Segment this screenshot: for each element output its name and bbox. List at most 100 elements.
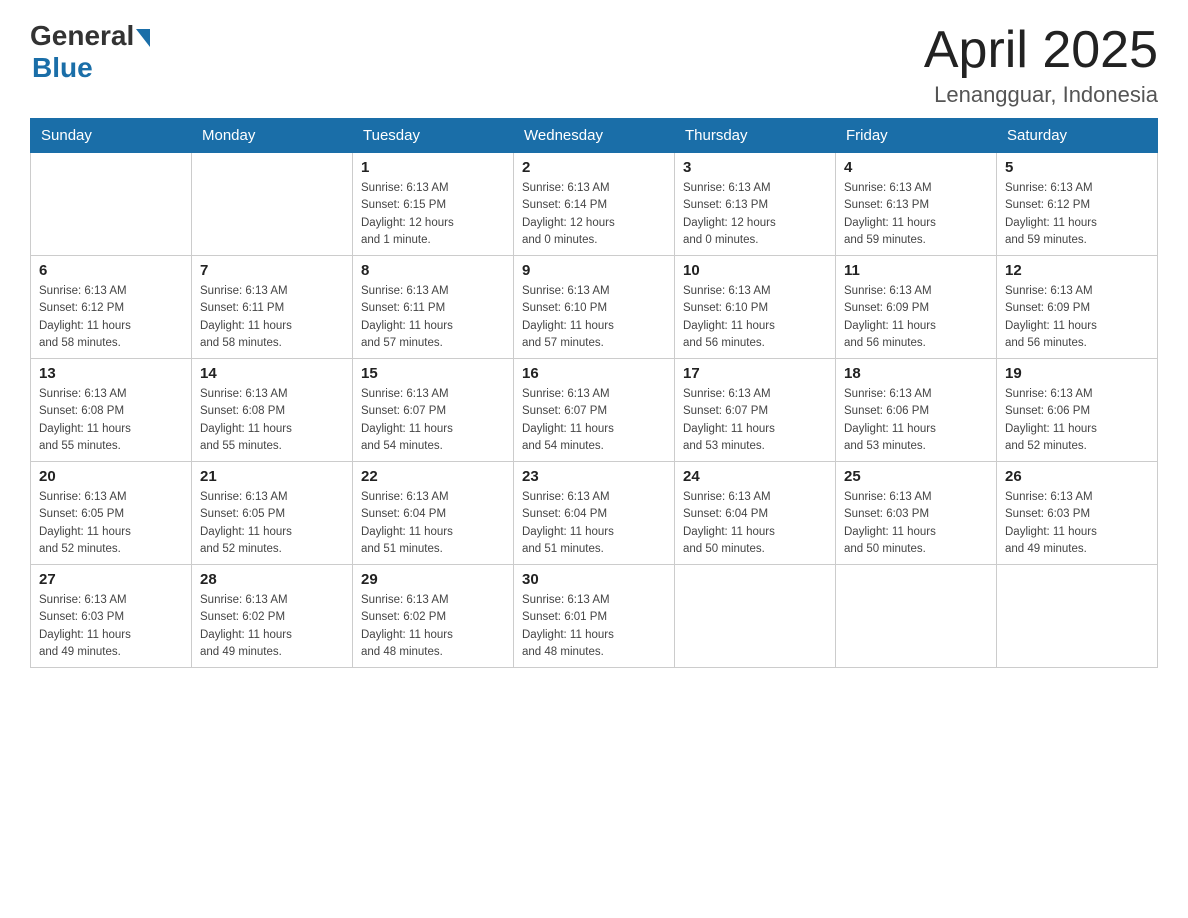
day-number: 3 (683, 159, 827, 176)
day-info: Sunrise: 6:13 AM Sunset: 6:13 PM Dayligh… (683, 180, 827, 249)
day-number: 22 (361, 468, 505, 485)
day-info: Sunrise: 6:13 AM Sunset: 6:03 PM Dayligh… (39, 592, 183, 661)
calendar-cell: 4 Sunrise: 6:13 AM Sunset: 6:13 PM Daylig… (836, 153, 997, 256)
day-info: Sunrise: 6:13 AM Sunset: 6:07 PM Dayligh… (522, 386, 666, 455)
calendar-cell: 15 Sunrise: 6:13 AM Sunset: 6:07 PM Dayli… (353, 359, 514, 462)
day-number: 7 (200, 262, 344, 279)
day-number: 15 (361, 365, 505, 382)
day-number: 1 (361, 159, 505, 176)
calendar-cell: 18 Sunrise: 6:13 AM Sunset: 6:06 PM Dayli… (836, 359, 997, 462)
day-info: Sunrise: 6:13 AM Sunset: 6:09 PM Dayligh… (844, 283, 988, 352)
calendar-cell: 6Sunrise: 6:13 AM Sunset: 6:12 PM Daylig… (31, 256, 192, 359)
month-title: April 2025 (924, 20, 1158, 80)
location-subtitle: Lenangguar, Indonesia (924, 82, 1158, 108)
day-number: 24 (683, 468, 827, 485)
day-info: Sunrise: 6:13 AM Sunset: 6:03 PM Dayligh… (844, 489, 988, 558)
calendar-cell (675, 565, 836, 668)
day-info: Sunrise: 6:13 AM Sunset: 6:10 PM Dayligh… (522, 283, 666, 352)
day-info: Sunrise: 6:13 AM Sunset: 6:02 PM Dayligh… (200, 592, 344, 661)
day-number: 13 (39, 365, 183, 382)
day-number: 20 (39, 468, 183, 485)
title-block: April 2025 Lenangguar, Indonesia (924, 20, 1158, 108)
day-number: 16 (522, 365, 666, 382)
day-number: 17 (683, 365, 827, 382)
calendar-header-thursday: Thursday (675, 119, 836, 153)
day-info: Sunrise: 6:13 AM Sunset: 6:08 PM Dayligh… (200, 386, 344, 455)
day-info: Sunrise: 6:13 AM Sunset: 6:15 PM Dayligh… (361, 180, 505, 249)
calendar-cell: 12 Sunrise: 6:13 AM Sunset: 6:09 PM Dayli… (997, 256, 1158, 359)
calendar-cell: 2 Sunrise: 6:13 AM Sunset: 6:14 PM Daylig… (514, 153, 675, 256)
calendar-cell: 22Sunrise: 6:13 AM Sunset: 6:04 PM Dayli… (353, 462, 514, 565)
logo-general-text: General (30, 20, 134, 52)
day-info: Sunrise: 6:13 AM Sunset: 6:09 PM Dayligh… (1005, 283, 1149, 352)
calendar-cell: 14 Sunrise: 6:13 AM Sunset: 6:08 PM Dayli… (192, 359, 353, 462)
page-header: General Blue April 2025 Lenangguar, Indo… (30, 20, 1158, 108)
day-info: Sunrise: 6:13 AM Sunset: 6:14 PM Dayligh… (522, 180, 666, 249)
day-number: 10 (683, 262, 827, 279)
calendar-cell (997, 565, 1158, 668)
day-info: Sunrise: 6:13 AM Sunset: 6:11 PM Dayligh… (200, 283, 344, 352)
day-number: 11 (844, 262, 988, 279)
day-number: 21 (200, 468, 344, 485)
day-info: Sunrise: 6:13 AM Sunset: 6:01 PM Dayligh… (522, 592, 666, 661)
day-number: 19 (1005, 365, 1149, 382)
day-number: 6 (39, 262, 183, 279)
day-number: 18 (844, 365, 988, 382)
day-info: Sunrise: 6:13 AM Sunset: 6:07 PM Dayligh… (683, 386, 827, 455)
day-info: Sunrise: 6:13 AM Sunset: 6:04 PM Dayligh… (522, 489, 666, 558)
day-info: Sunrise: 6:13 AM Sunset: 6:13 PM Dayligh… (844, 180, 988, 249)
calendar-cell: 28Sunrise: 6:13 AM Sunset: 6:02 PM Dayli… (192, 565, 353, 668)
calendar-cell: 5 Sunrise: 6:13 AM Sunset: 6:12 PM Daylig… (997, 153, 1158, 256)
day-number: 2 (522, 159, 666, 176)
calendar-cell: 17 Sunrise: 6:13 AM Sunset: 6:07 PM Dayli… (675, 359, 836, 462)
day-number: 12 (1005, 262, 1149, 279)
calendar-cell: 21 Sunrise: 6:13 AM Sunset: 6:05 PM Dayli… (192, 462, 353, 565)
calendar-header-tuesday: Tuesday (353, 119, 514, 153)
day-number: 14 (200, 365, 344, 382)
calendar-cell (31, 153, 192, 256)
calendar-cell: 26Sunrise: 6:13 AM Sunset: 6:03 PM Dayli… (997, 462, 1158, 565)
calendar-cell: 11 Sunrise: 6:13 AM Sunset: 6:09 PM Dayli… (836, 256, 997, 359)
calendar-header-saturday: Saturday (997, 119, 1158, 153)
day-info: Sunrise: 6:13 AM Sunset: 6:12 PM Dayligh… (1005, 180, 1149, 249)
day-info: Sunrise: 6:13 AM Sunset: 6:07 PM Dayligh… (361, 386, 505, 455)
calendar-header-monday: Monday (192, 119, 353, 153)
day-info: Sunrise: 6:13 AM Sunset: 6:06 PM Dayligh… (1005, 386, 1149, 455)
day-number: 4 (844, 159, 988, 176)
day-number: 23 (522, 468, 666, 485)
calendar-table: SundayMondayTuesdayWednesdayThursdayFrid… (30, 118, 1158, 668)
calendar-cell: 9 Sunrise: 6:13 AM Sunset: 6:10 PM Daylig… (514, 256, 675, 359)
day-number: 9 (522, 262, 666, 279)
day-info: Sunrise: 6:13 AM Sunset: 6:08 PM Dayligh… (39, 386, 183, 455)
logo: General Blue (30, 20, 150, 84)
logo-blue-text: Blue (32, 52, 93, 84)
day-number: 8 (361, 262, 505, 279)
day-info: Sunrise: 6:13 AM Sunset: 6:06 PM Dayligh… (844, 386, 988, 455)
calendar-week-row: 27Sunrise: 6:13 AM Sunset: 6:03 PM Dayli… (31, 565, 1158, 668)
calendar-week-row: 1 Sunrise: 6:13 AM Sunset: 6:15 PM Daylig… (31, 153, 1158, 256)
calendar-header-row: SundayMondayTuesdayWednesdayThursdayFrid… (31, 119, 1158, 153)
calendar-header-sunday: Sunday (31, 119, 192, 153)
calendar-cell: 10 Sunrise: 6:13 AM Sunset: 6:10 PM Dayli… (675, 256, 836, 359)
calendar-cell: 3 Sunrise: 6:13 AM Sunset: 6:13 PM Daylig… (675, 153, 836, 256)
day-info: Sunrise: 6:13 AM Sunset: 6:04 PM Dayligh… (683, 489, 827, 558)
day-number: 26 (1005, 468, 1149, 485)
calendar-week-row: 20 Sunrise: 6:13 AM Sunset: 6:05 PM Dayli… (31, 462, 1158, 565)
calendar-header-wednesday: Wednesday (514, 119, 675, 153)
logo-arrow-icon (136, 29, 150, 47)
day-info: Sunrise: 6:13 AM Sunset: 6:05 PM Dayligh… (200, 489, 344, 558)
day-info: Sunrise: 6:13 AM Sunset: 6:11 PM Dayligh… (361, 283, 505, 352)
calendar-cell (836, 565, 997, 668)
calendar-cell: 24 Sunrise: 6:13 AM Sunset: 6:04 PM Dayli… (675, 462, 836, 565)
day-number: 5 (1005, 159, 1149, 176)
day-number: 25 (844, 468, 988, 485)
calendar-cell: 19 Sunrise: 6:13 AM Sunset: 6:06 PM Dayli… (997, 359, 1158, 462)
calendar-cell (192, 153, 353, 256)
calendar-cell: 13 Sunrise: 6:13 AM Sunset: 6:08 PM Dayli… (31, 359, 192, 462)
calendar-cell: 20 Sunrise: 6:13 AM Sunset: 6:05 PM Dayli… (31, 462, 192, 565)
calendar-week-row: 13 Sunrise: 6:13 AM Sunset: 6:08 PM Dayli… (31, 359, 1158, 462)
calendar-header-friday: Friday (836, 119, 997, 153)
day-info: Sunrise: 6:13 AM Sunset: 6:05 PM Dayligh… (39, 489, 183, 558)
day-info: Sunrise: 6:13 AM Sunset: 6:10 PM Dayligh… (683, 283, 827, 352)
calendar-cell: 8 Sunrise: 6:13 AM Sunset: 6:11 PM Daylig… (353, 256, 514, 359)
